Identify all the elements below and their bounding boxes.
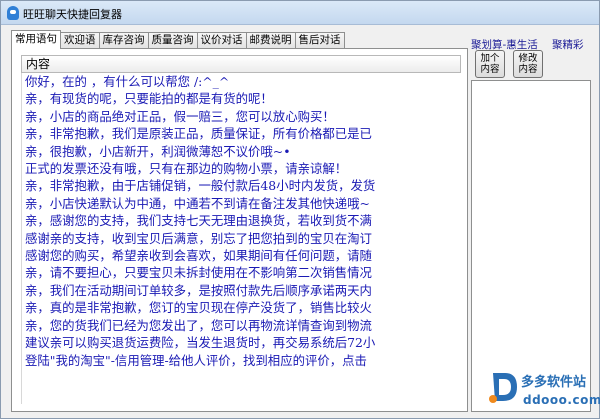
edit-button-label-line1: 修改 xyxy=(518,53,538,64)
list-item[interactable]: 亲，有现货的呢，只要能拍的都是有货的呢！ xyxy=(22,90,461,107)
add-content-button[interactable]: 加个 内容 xyxy=(475,50,505,78)
tab-welcome[interactable]: 欢迎语 xyxy=(60,32,100,49)
app-window: 旺旺聊天快捷回复器 常用语句 欢迎语 库存咨询 质量咨询 议价对话 邮费说明 售… xyxy=(0,0,600,419)
add-button-label-line1: 加个 xyxy=(480,53,500,64)
list-item[interactable]: 建议亲可以购买退货运费险，当发生退货时，再交易系统后72小 xyxy=(22,334,461,351)
tab-after-sales[interactable]: 售后对话 xyxy=(294,32,345,49)
list-item[interactable]: 感谢您的购买，希望亲收到会喜欢，如果期间有任何问题，请随 xyxy=(22,247,461,264)
list-column-header[interactable]: 内容 xyxy=(21,55,461,73)
list-item[interactable]: 亲，小店快递默认为中通，中通若不到请在备注发其他快递哦~ xyxy=(22,195,461,212)
phrase-list[interactable]: 你好，在的 ，有什么可以帮您 /:^_^ 亲，有现货的呢，只要能拍的都是有货的呢… xyxy=(21,73,461,404)
list-item[interactable]: 亲，感谢您的支持，我们支持七天无理由退换货，若收到货不满 xyxy=(22,212,461,229)
list-item[interactable]: 你好，在的 ，有什么可以帮您 /:^_^ xyxy=(22,73,461,90)
tab-common-phrases[interactable]: 常用语句 xyxy=(11,30,61,49)
watermark: 多多软件站 ddooo.com xyxy=(487,365,600,415)
tab-price-talk[interactable]: 议价对话 xyxy=(196,32,247,49)
list-item[interactable]: 亲，小店的商品绝对正品，假一赔三，您可以放心购买！ xyxy=(22,108,461,125)
edit-button-label-line2: 内容 xyxy=(518,64,538,75)
list-item[interactable]: 亲，真的是非常抱歉，您订的宝贝现在停产没货了，销售比较火 xyxy=(22,299,461,316)
title-bar: 旺旺聊天快捷回复器 xyxy=(1,1,599,25)
add-button-label-line2: 内容 xyxy=(480,64,500,75)
list-item[interactable]: 感谢亲的支持，收到宝贝后满意，别忘了把您拍到的宝贝在淘订 xyxy=(22,230,461,247)
tab-panel: 内容 你好，在的 ，有什么可以帮您 /:^_^ 亲，有现货的呢，只要能拍的都是有… xyxy=(11,48,468,412)
list-item[interactable]: 登陆"我的淘宝"-信用管理-给他人评价，找到相应的评价，点击 xyxy=(22,352,461,369)
list-item[interactable]: 正式的发票还没有哦，只有在那边的购物小票，请亲谅解！ xyxy=(22,160,461,177)
list-item[interactable]: 亲，非常抱歉，我们是原装正品，质量保证，所有价格都已是已 xyxy=(22,125,461,142)
list-item[interactable]: 亲，非常抱歉，由于店铺促销，一般付款后48小时内发货，发货 xyxy=(22,177,461,194)
watermark-url: ddooo.com xyxy=(523,393,600,407)
list-item[interactable]: 亲，我们在活动期间订单较多，是按照付款先后顺序承诺两天内 xyxy=(22,282,461,299)
tab-stock-inquiry[interactable]: 库存咨询 xyxy=(98,32,149,49)
tab-shipping-fee[interactable]: 邮费说明 xyxy=(245,32,296,49)
watermark-logo-icon xyxy=(489,373,517,403)
list-item[interactable]: 亲，很抱歉，小店新开，利润微薄恕不议价哦~• xyxy=(22,143,461,160)
tab-bar: 常用语句 欢迎语 库存咨询 质量咨询 议价对话 邮费说明 售后对话 xyxy=(11,30,345,49)
preview-box[interactable] xyxy=(471,80,591,412)
app-icon xyxy=(7,6,19,20)
watermark-name: 多多软件站 xyxy=(521,375,587,390)
window-title: 旺旺聊天快捷回复器 xyxy=(23,8,122,21)
promo-link-jujingcai[interactable]: 聚精彩 xyxy=(552,37,584,52)
edit-content-button[interactable]: 修改 内容 xyxy=(513,50,543,78)
tab-quality-inquiry[interactable]: 质量咨询 xyxy=(147,32,198,49)
list-item[interactable]: 亲，请不要担心，只要宝贝未拆封使用在不影响第二次销售情况 xyxy=(22,264,461,281)
list-item[interactable]: 亲，您的货我们已经为您发出了，您可以再物流详情查询到物流 xyxy=(22,317,461,334)
